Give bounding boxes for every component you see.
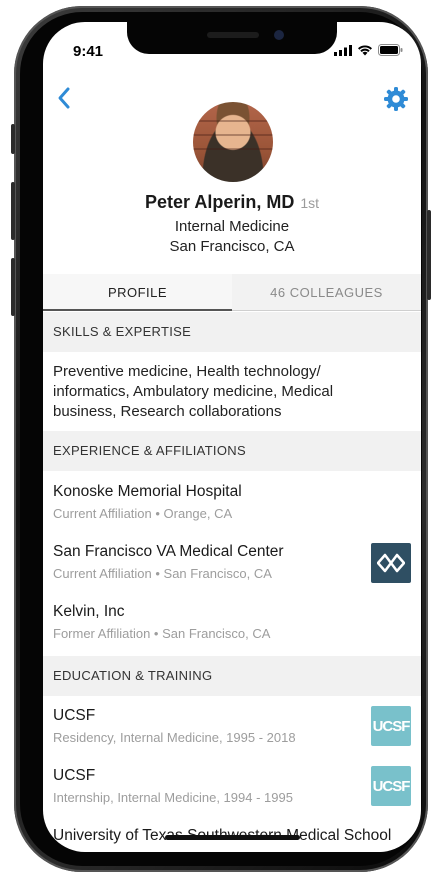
- profile-location: San Francisco, CA: [169, 238, 295, 255]
- entry-title: UCSF: [53, 707, 96, 724]
- profile-header: Peter Alperin, MD 1st: [43, 192, 421, 213]
- tab-profile[interactable]: PROFILE: [43, 274, 232, 311]
- profile-specialty: Internal Medicine: [174, 218, 290, 235]
- entry-subtitle: Current Affiliation • Orange, CA: [53, 506, 233, 521]
- settings-button[interactable]: [383, 86, 409, 112]
- signal-icon: [334, 44, 352, 56]
- power-button: [427, 210, 431, 300]
- entry-title: UCSF: [53, 767, 96, 784]
- battery-icon: [378, 44, 403, 56]
- entry-title: Konoske Memorial Hospital: [53, 483, 242, 500]
- list-item-education[interactable]: UCSF Residency, Internal Medicine, 1995 …: [53, 707, 413, 745]
- entry-title: San Francisco VA Medical Center: [53, 543, 284, 560]
- notch: [127, 22, 337, 54]
- gear-icon: [384, 87, 408, 111]
- front-camera: [274, 30, 284, 40]
- wifi-icon: [358, 45, 372, 56]
- entry-subtitle: Current Affiliation • San Francisco, CA: [53, 566, 272, 581]
- screen: 9:41 Peter Alperin, MD 1st Internal Medi…: [43, 22, 421, 852]
- tab-colleagues[interactable]: 46 COLLEAGUES: [232, 274, 421, 311]
- profile-name: Peter Alperin, MD: [144, 192, 295, 212]
- volume-down-button: [11, 258, 15, 316]
- list-item-experience[interactable]: Kelvin, Inc Former Affiliation • San Fra…: [53, 603, 413, 641]
- entry-subtitle: Former Affiliation • San Francisco, CA: [53, 626, 271, 641]
- list-item-experience[interactable]: San Francisco VA Medical Center Current …: [53, 543, 413, 581]
- experience-section-header: EXPERIENCE & AFFILIATIONS: [43, 431, 421, 471]
- skills-section-header: SKILLS & EXPERTISE: [43, 312, 421, 352]
- speaker: [207, 32, 259, 38]
- tab-bar: PROFILE 46 COLLEAGUES: [43, 274, 421, 311]
- connection-degree: 1st: [300, 195, 320, 211]
- entry-title: Kelvin, Inc: [53, 603, 125, 620]
- entry-subtitle: Internship, Internal Medicine, 1994 - 19…: [53, 790, 293, 805]
- avatar: [193, 102, 273, 182]
- va-logo-icon: [371, 543, 411, 583]
- list-item-experience[interactable]: Konoske Memorial Hospital Current Affili…: [53, 483, 413, 521]
- home-indicator[interactable]: [165, 835, 300, 840]
- status-time: 9:41: [73, 43, 104, 60]
- ucsf-logo-icon: UCSF: [371, 706, 411, 746]
- silent-switch: [11, 124, 15, 154]
- back-chevron-icon: [58, 87, 70, 109]
- entry-subtitle: Residency, Internal Medicine, 1995 - 201…: [53, 730, 296, 745]
- education-section-header: EDUCATION & TRAINING: [43, 656, 421, 696]
- back-button[interactable]: [53, 84, 77, 112]
- list-item-education[interactable]: UCSF Internship, Internal Medicine, 1994…: [53, 767, 413, 805]
- status-icons: [334, 44, 403, 56]
- volume-up-button: [11, 182, 15, 240]
- ucsf-logo-icon: UCSF: [371, 766, 411, 806]
- skills-text: Preventive medicine, Health technology/ …: [53, 363, 334, 420]
